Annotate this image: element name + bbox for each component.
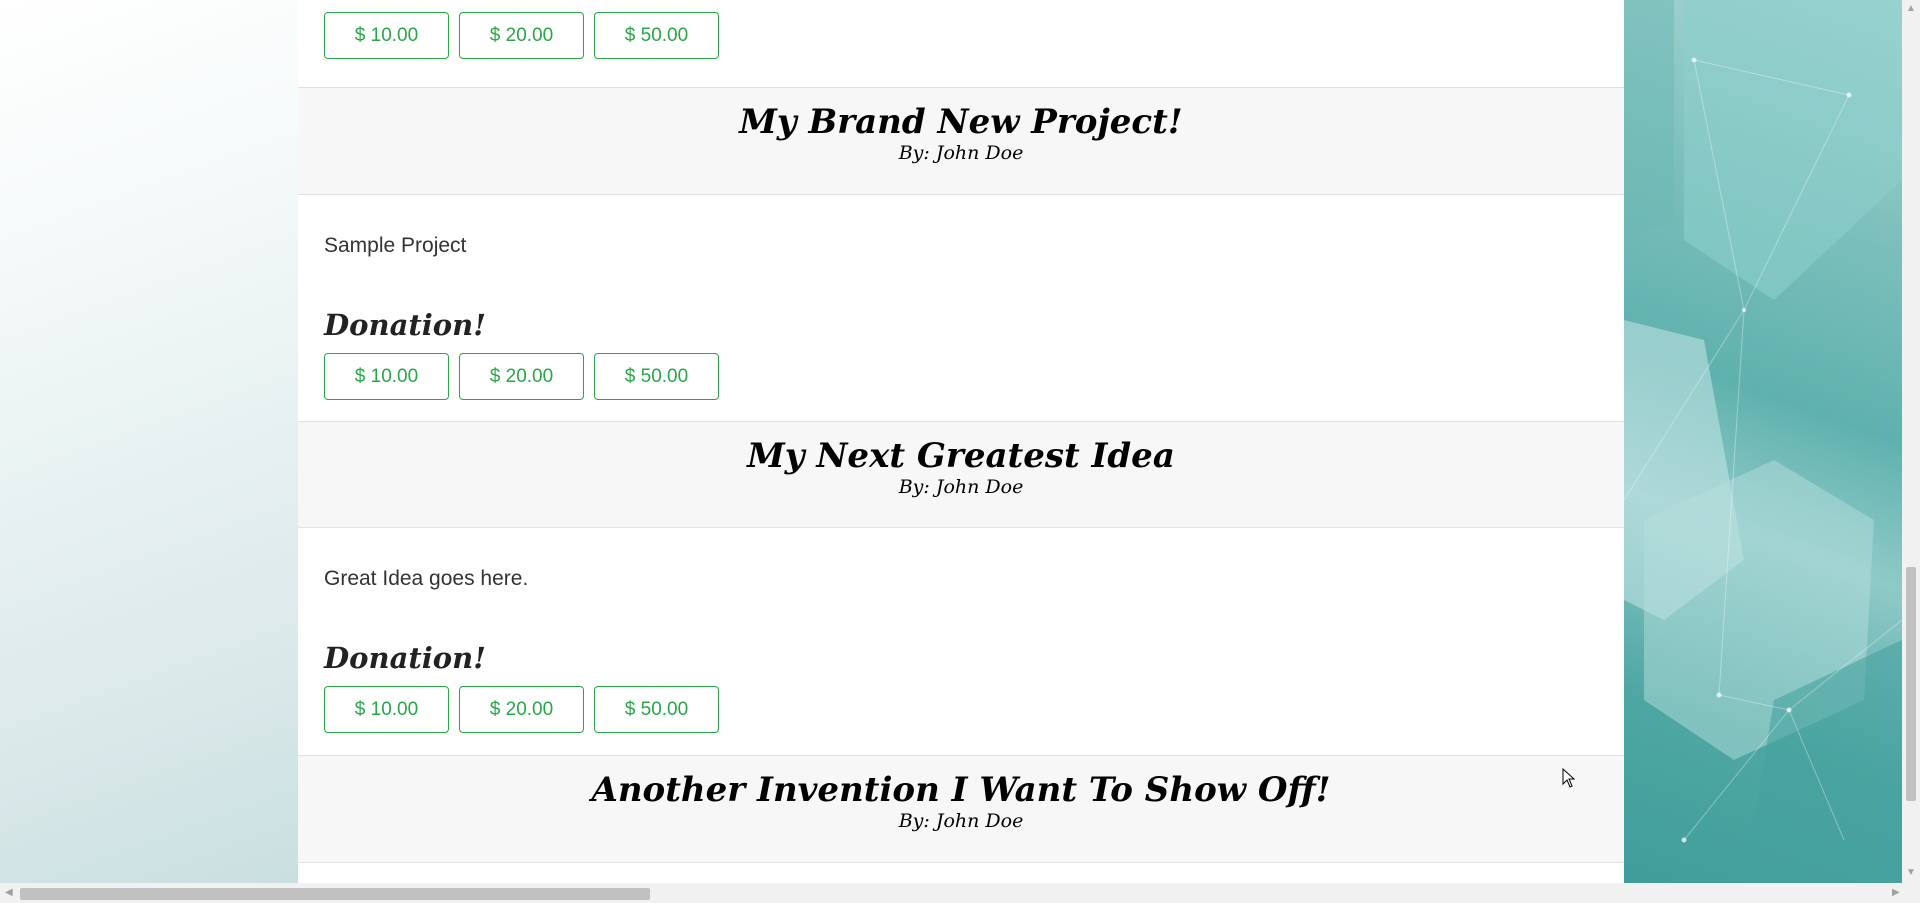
donation-heading: Donation! (324, 641, 486, 675)
donation-buttons: $ 10.00 $ 20.00 $ 50.00 (324, 343, 1598, 400)
horizontal-scroll-thumb[interactable] (20, 888, 650, 900)
project-title: My Next Greatest Idea (747, 436, 1175, 476)
geometric-pattern (1624, 0, 1902, 883)
donation-heading: Donation! (324, 308, 486, 342)
project-list: $ 10.00 $ 20.00 $ 50.00 My Brand New Pro… (298, 0, 1624, 883)
project-title: Another Invention I Want To Show Off! (591, 770, 1331, 810)
right-background-pattern (1624, 0, 1902, 883)
donate-10-button[interactable]: $ 10.00 (324, 686, 449, 733)
project-card-body: Great Idea goes here. Donation! $ 10.00 … (298, 528, 1624, 755)
mouse-pointer-icon (1562, 768, 1576, 788)
donate-10-button[interactable]: $ 10.00 (324, 12, 449, 59)
donate-20-button[interactable]: $ 20.00 (459, 686, 584, 733)
chevron-up-icon[interactable]: ▲ (1906, 4, 1916, 14)
donate-10-button[interactable]: $ 10.00 (324, 353, 449, 400)
project-author: By: John Doe (898, 810, 1024, 832)
project-author: By: John Doe (898, 476, 1024, 498)
project-description: Great Idea goes here. (324, 567, 529, 590)
left-background (0, 0, 298, 883)
donate-50-button[interactable]: $ 50.00 (594, 12, 719, 59)
project-author: By: John Doe (898, 142, 1024, 164)
donate-20-button[interactable]: $ 20.00 (459, 12, 584, 59)
project-card-body (298, 863, 1624, 883)
donation-buttons: $ 10.00 $ 20.00 $ 50.00 (324, 676, 1598, 733)
donate-50-button[interactable]: $ 50.00 (594, 686, 719, 733)
chevron-right-icon[interactable]: ▶ (1892, 888, 1900, 898)
vertical-scroll-thumb[interactable] (1906, 567, 1916, 801)
project-title: My Brand New Project! (739, 102, 1183, 142)
horizontal-scrollbar[interactable]: ◀ ▶ (0, 883, 1920, 903)
project-card-body: $ 10.00 $ 20.00 $ 50.00 (298, 0, 1624, 87)
project-header: My Brand New Project! By: John Doe (298, 87, 1624, 195)
project-header: Another Invention I Want To Show Off! By… (298, 755, 1624, 863)
vertical-scrollbar[interactable]: ▲ ▼ (1902, 0, 1920, 883)
donation-buttons: $ 10.00 $ 20.00 $ 50.00 (324, 12, 1598, 59)
chevron-left-icon[interactable]: ◀ (5, 888, 13, 898)
donate-20-button[interactable]: $ 20.00 (459, 353, 584, 400)
project-header: My Next Greatest Idea By: John Doe (298, 421, 1624, 528)
chevron-down-icon[interactable]: ▼ (1906, 868, 1916, 878)
project-description: Sample Project (324, 234, 467, 257)
donate-50-button[interactable]: $ 50.00 (594, 353, 719, 400)
project-card-body: Sample Project Donation! $ 10.00 $ 20.00… (298, 195, 1624, 421)
